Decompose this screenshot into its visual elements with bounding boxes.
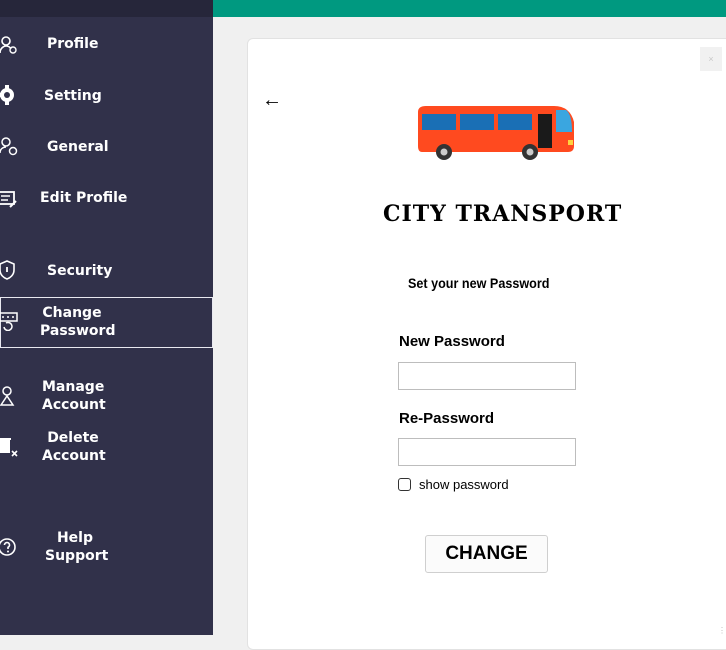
profile-icon bbox=[0, 36, 17, 54]
change-button[interactable]: CHANGE bbox=[425, 535, 548, 573]
sidebar: Profile Setting General Edit Profile Sec… bbox=[0, 0, 213, 635]
resize-grip[interactable]: ⋮ bbox=[718, 626, 726, 635]
re-password-field[interactable] bbox=[398, 438, 576, 466]
page-subtitle: Set your new Password bbox=[408, 275, 550, 291]
manage-account-icon bbox=[0, 386, 15, 406]
close-button[interactable]: × bbox=[700, 47, 722, 71]
back-arrow-icon[interactable]: ← bbox=[262, 89, 282, 111]
sidebar-item-change-password[interactable]: Change Password bbox=[0, 297, 213, 348]
sidebar-item-label: General bbox=[47, 139, 109, 155]
sidebar-item-general[interactable]: General bbox=[0, 133, 213, 163]
sidebar-item-label: Setting bbox=[44, 88, 102, 104]
sidebar-item-help-support[interactable]: Help Support bbox=[0, 526, 213, 568]
new-password-field[interactable] bbox=[398, 362, 576, 390]
general-settings-icon bbox=[0, 137, 18, 156]
edit-profile-icon bbox=[0, 191, 17, 208]
sidebar-item-profile[interactable]: Profile bbox=[0, 30, 213, 60]
show-password-option[interactable]: show password bbox=[398, 477, 509, 492]
help-icon bbox=[0, 538, 16, 556]
sidebar-item-label: Edit Profile bbox=[40, 190, 128, 206]
app-title: CITY TRANSPORT bbox=[383, 201, 623, 227]
sidebar-item-label: Manage Account bbox=[42, 379, 106, 413]
sidebar-item-delete-account[interactable]: Delete Account bbox=[0, 426, 213, 468]
sidebar-header bbox=[0, 0, 213, 17]
sidebar-item-security[interactable]: Security bbox=[0, 257, 213, 287]
sidebar-item-setting[interactable]: Setting bbox=[0, 82, 213, 112]
sidebar-item-label: Security bbox=[47, 263, 113, 279]
bus-icon bbox=[418, 106, 574, 160]
sidebar-item-label: Profile bbox=[47, 36, 99, 52]
re-password-label: Re-Password bbox=[399, 410, 495, 427]
sidebar-item-label: Help Support bbox=[45, 530, 109, 564]
top-bar bbox=[213, 0, 726, 17]
password-reset-icon bbox=[0, 312, 18, 331]
show-password-checkbox[interactable] bbox=[398, 478, 411, 491]
gear-icon bbox=[0, 85, 14, 105]
sidebar-item-manage-account[interactable]: Manage Account bbox=[0, 375, 213, 417]
delete-account-icon bbox=[0, 438, 18, 457]
sidebar-item-label: Change Password bbox=[40, 305, 116, 339]
shield-icon bbox=[0, 260, 15, 280]
new-password-label: New Password bbox=[399, 333, 505, 350]
show-password-label: show password bbox=[419, 477, 509, 492]
sidebar-item-label: Delete Account bbox=[42, 430, 106, 464]
sidebar-item-edit-profile[interactable]: Edit Profile bbox=[0, 184, 213, 214]
